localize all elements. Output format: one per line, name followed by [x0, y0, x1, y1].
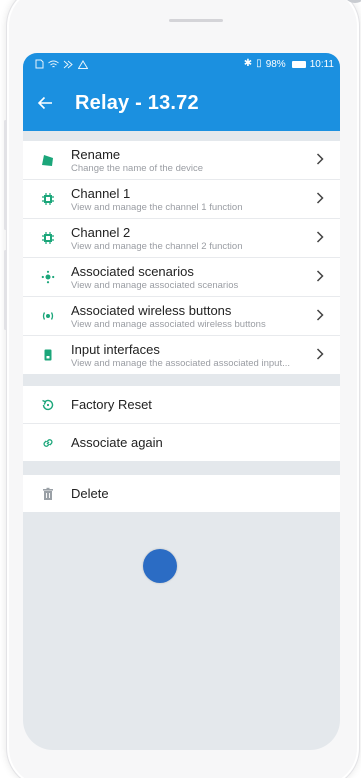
menu-item-description: View and manage the channel 2 function	[71, 240, 243, 252]
power-button	[4, 250, 7, 330]
menu-item-associated-wireless-buttons[interactable]: Associated wireless buttons View and man…	[23, 297, 340, 336]
corner-decoration	[343, 0, 361, 3]
factory-reset-label: Factory Reset	[71, 397, 152, 412]
menu-item-description: Change the name of the device	[71, 162, 204, 174]
screenshot-stage: ✱ ▯ 98% 10:11 Relay - 13.72 Rename Chang…	[0, 0, 361, 778]
link-icon	[35, 430, 61, 456]
associate-again-button[interactable]: Associate again	[23, 424, 340, 461]
associate-again-label: Associate again	[71, 435, 163, 450]
battery-percent: 98%	[265, 58, 286, 70]
menu-item-label: Rename	[71, 146, 121, 162]
warning-icon	[78, 59, 88, 69]
arrow-left-icon	[37, 96, 52, 110]
menu-item-label: Channel 2	[71, 224, 131, 240]
device-danger-list: Delete	[23, 475, 340, 512]
menu-item-label: Input interfaces	[71, 341, 160, 357]
menu-item-label: Associated scenarios	[71, 263, 194, 279]
menu-item-associated-scenarios[interactable]: Associated scenarios View and manage ass…	[23, 258, 340, 297]
battery-icon	[291, 60, 306, 68]
menu-item-label: Channel 1	[71, 185, 131, 201]
menu-item-label: Associated wireless buttons	[71, 302, 232, 318]
bluetooth-icon: ✱	[243, 58, 253, 69]
status-time: 10:11	[309, 58, 334, 70]
wireless-icon	[35, 303, 61, 329]
rename-icon	[35, 147, 61, 173]
vibrate-icon: ▯	[256, 58, 262, 69]
chevron-right-icon	[312, 230, 328, 246]
phone-screen: ✱ ▯ 98% 10:11 Relay - 13.72 Rename Chang…	[23, 53, 340, 750]
chevron-right-icon	[312, 308, 328, 324]
wifi-icon	[48, 60, 59, 67]
volume-button	[4, 120, 7, 230]
chevron-right-icon	[312, 152, 328, 168]
chevron-right-icon	[312, 269, 328, 285]
device-actions-list: Factory Reset Associate again	[23, 386, 340, 461]
status-right: ✱ ▯ 98% 10:11	[244, 59, 334, 70]
sim-icon	[35, 59, 44, 69]
factory-reset-button[interactable]: Factory Reset	[23, 386, 340, 424]
menu-item-description: View and manage associated scenarios	[71, 279, 239, 291]
menu-item-input-interfaces[interactable]: Input interfaces View and manage the ass…	[23, 336, 340, 374]
reset-icon	[35, 392, 61, 418]
menu-item-channel-2[interactable]: Channel 2 View and manage the channel 2 …	[23, 219, 340, 258]
menu-item-channel-1[interactable]: Channel 1 View and manage the channel 1 …	[23, 180, 340, 219]
menu-item-description: View and manage associated wireless butt…	[71, 318, 266, 330]
status-bar: ✱ ▯ 98% 10:11	[23, 53, 340, 75]
chevron-right-icon	[312, 191, 328, 207]
menu-item-description: View and manage the associated associate…	[71, 357, 290, 369]
menu-item-description: View and manage the channel 1 function	[71, 201, 243, 213]
touch-indicator	[143, 549, 177, 583]
delete-button[interactable]: Delete	[23, 475, 340, 512]
status-left-icons	[35, 59, 88, 69]
chip-icon	[35, 225, 61, 251]
back-button[interactable]	[23, 75, 67, 131]
delete-label: Delete	[71, 486, 109, 501]
trash-icon	[35, 481, 61, 507]
input-icon	[35, 342, 61, 368]
scenario-icon	[35, 264, 61, 290]
cast-icon	[63, 60, 73, 68]
page-title: Relay - 13.72	[75, 91, 199, 114]
menu-item-rename[interactable]: Rename Change the name of the device	[23, 141, 340, 180]
device-settings-list: Rename Change the name of the device Cha…	[23, 141, 340, 374]
chip-icon	[35, 186, 61, 212]
app-bar: Relay - 13.72	[23, 75, 340, 131]
phone-speaker	[169, 19, 223, 22]
chevron-right-icon	[312, 347, 328, 363]
